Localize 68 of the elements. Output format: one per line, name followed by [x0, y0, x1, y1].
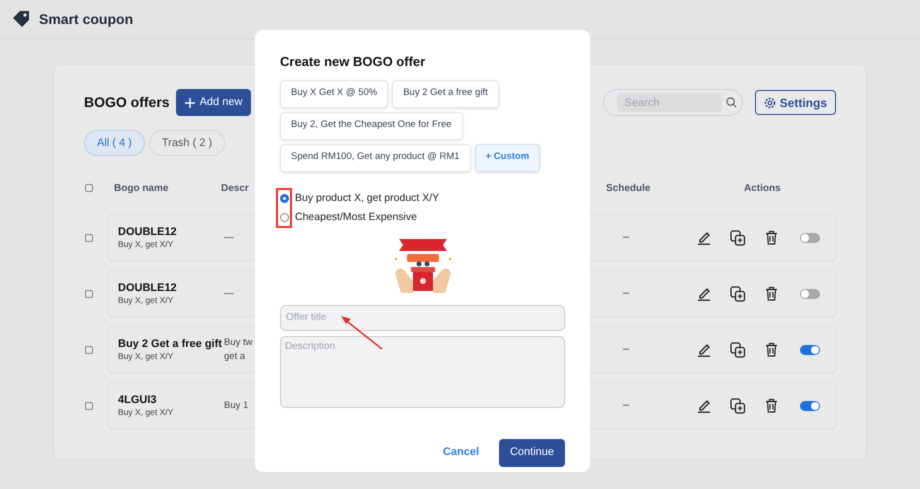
duplicate-icon[interactable]	[730, 230, 746, 246]
toggle-switch[interactable]	[800, 232, 820, 242]
schedule-text: –	[623, 342, 630, 358]
trash-icon[interactable]	[765, 398, 778, 413]
filter-tab[interactable]: Trash ( 2 )	[148, 130, 226, 156]
duplicate-icon[interactable]	[730, 342, 746, 358]
column-header: Descr	[221, 182, 249, 196]
toggle-switch[interactable]	[800, 288, 820, 298]
dialog-title: Create new BOGO offer	[280, 53, 426, 71]
tag-icon	[11, 10, 31, 28]
schedule-text: –	[623, 286, 630, 302]
row-checkbox[interactable]	[85, 234, 93, 242]
edit-icon[interactable]	[697, 286, 711, 301]
description-text: —	[224, 286, 234, 300]
edit-icon[interactable]	[697, 230, 711, 245]
edit-icon[interactable]	[697, 398, 711, 413]
search-field[interactable]: Search	[602, 89, 743, 116]
continue-button[interactable]: Continue	[499, 438, 565, 466]
description-text: Buy 1	[224, 398, 248, 412]
toggle-switch[interactable]	[800, 400, 820, 410]
add-new-button[interactable]: Add new	[176, 89, 252, 116]
offer-type: Buy X, get X/Y	[118, 294, 174, 306]
app-title: Smart coupon	[39, 10, 134, 29]
filter-tab[interactable]: All ( 4 )	[84, 130, 145, 156]
offer-type: Buy X, get X/Y	[118, 238, 174, 250]
duplicate-icon[interactable]	[730, 286, 746, 302]
offer-name: 4LGUI3	[118, 394, 158, 406]
trash-icon[interactable]	[765, 286, 778, 301]
radio-label: Cheapest/Most Expensive	[295, 210, 418, 224]
trash-icon[interactable]	[765, 230, 778, 245]
row-checkbox[interactable]	[85, 290, 93, 298]
toggle-switch[interactable]	[800, 344, 820, 354]
radio-button[interactable]	[280, 194, 288, 202]
offer-name: DOUBLE12	[118, 282, 178, 294]
preset-chip[interactable]: Buy X Get X @ 50%	[280, 80, 388, 108]
schedule-text: –	[623, 398, 630, 414]
radio-label: Buy product X, get product X/Y	[295, 190, 440, 206]
offer-title-field[interactable]: Offer title	[280, 304, 565, 330]
search-icon	[726, 97, 737, 108]
schedule-text: –	[623, 230, 630, 246]
offer-type: Buy X, get X/Y	[118, 406, 174, 418]
description-field[interactable]: Description	[280, 336, 565, 408]
select-all-checkbox[interactable]	[85, 184, 93, 192]
radio-button[interactable]	[280, 212, 288, 222]
preset-chip[interactable]: + Custom	[474, 144, 540, 172]
description-text: Buy tw	[224, 336, 253, 350]
arrow-annotation	[340, 314, 384, 350]
cancel-button[interactable]: Cancel	[442, 444, 479, 461]
description-text: get a	[224, 350, 246, 364]
settings-icon	[764, 96, 776, 108]
offer-name: Buy 2 Get a free gift	[118, 338, 223, 350]
settings-button[interactable]: Settings	[754, 90, 836, 115]
preset-chip[interactable]: Buy 2, Get the Cheapest One for Free	[280, 112, 463, 140]
page-title: BOGO offers	[84, 93, 170, 112]
plus-icon	[184, 98, 195, 108]
column-header: Bogo name	[114, 182, 170, 196]
offer-type: Buy X, get X/Y	[118, 350, 174, 362]
preset-chip[interactable]: Buy 2 Get a free gift	[392, 80, 499, 108]
offer-name: DOUBLE12	[118, 226, 178, 238]
duplicate-icon[interactable]	[730, 398, 746, 414]
row-checkbox[interactable]	[85, 402, 93, 410]
edit-icon[interactable]	[697, 342, 711, 357]
row-checkbox[interactable]	[85, 346, 93, 354]
preset-chip[interactable]: Spend RM100, Get any product @ RM1	[280, 144, 471, 172]
trash-icon[interactable]	[765, 342, 778, 357]
column-header: Schedule	[606, 182, 650, 196]
description-text: —	[224, 230, 234, 244]
column-header: Actions	[744, 182, 781, 196]
